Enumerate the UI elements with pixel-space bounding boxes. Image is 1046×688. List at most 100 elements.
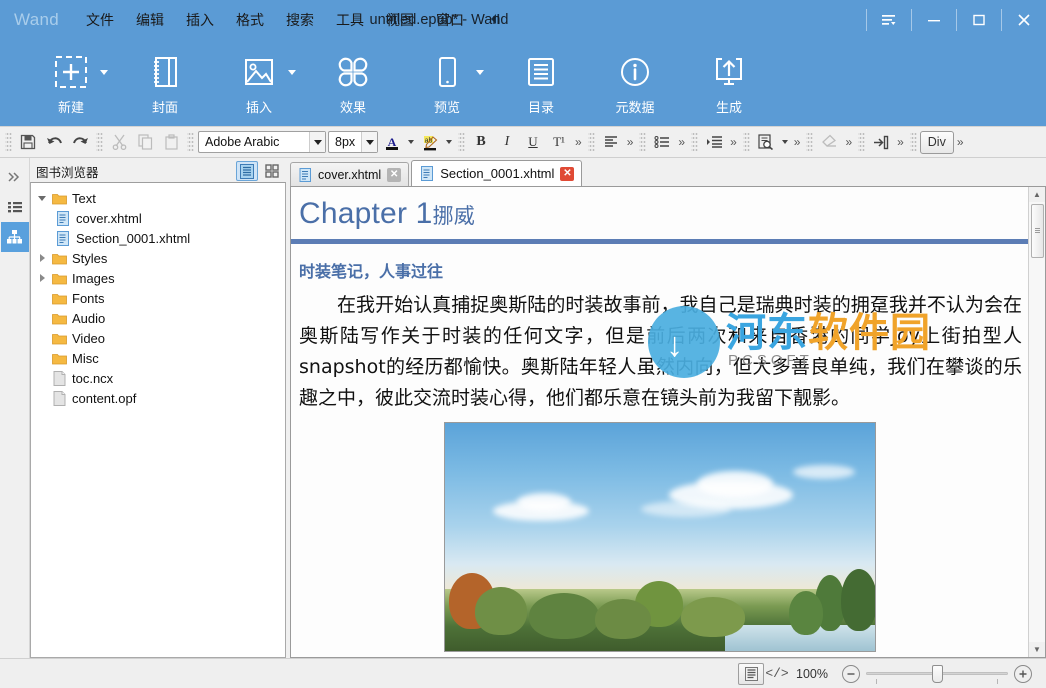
scroll-down-icon[interactable]: ▼ <box>1029 642 1046 657</box>
tab-cover-xhtml[interactable]: cover.xhtml ✕ <box>290 162 409 186</box>
tree-node-images-folder[interactable]: Images <box>31 268 285 288</box>
toolbar-grip[interactable] <box>639 131 646 153</box>
tree-node-misc-folder[interactable]: Misc <box>31 348 285 368</box>
redo-button[interactable] <box>67 129 93 155</box>
toolbar-grip[interactable] <box>806 131 813 153</box>
indent-overflow[interactable]: » <box>727 135 740 149</box>
superscript-button[interactable]: T¹ <box>546 129 572 155</box>
menu-format[interactable]: 格式 <box>225 6 275 34</box>
italic-button[interactable]: I <box>494 129 520 155</box>
element-tag-button[interactable]: Div <box>920 131 954 154</box>
chevron-down-icon[interactable] <box>309 132 325 152</box>
code-view-button[interactable]: </> <box>764 663 790 685</box>
rail-list-view-button[interactable] <box>1 192 29 222</box>
menu-tools[interactable]: 工具 <box>325 6 375 34</box>
ribbon-button-new[interactable]: 新建 <box>24 40 118 126</box>
expander-closed-icon[interactable] <box>35 254 49 262</box>
scroll-track[interactable] <box>1029 202 1046 642</box>
font-family-select[interactable]: Adobe Arabic <box>198 131 326 153</box>
editor-vertical-scrollbar[interactable]: ▲ ▼ <box>1028 187 1045 657</box>
ribbon-button-cover[interactable]: 封面 <box>118 40 212 126</box>
menu-window[interactable]: 窗口 <box>425 6 475 34</box>
chevron-down-icon[interactable] <box>476 70 484 75</box>
rail-expand-button[interactable] <box>1 162 29 192</box>
font-color-dropdown[interactable] <box>405 140 417 144</box>
align-overflow[interactable]: » <box>624 135 637 149</box>
font-size-select[interactable]: 8px <box>328 131 378 153</box>
bullet-list-button[interactable] <box>649 129 675 155</box>
increase-indent-button[interactable] <box>701 129 727 155</box>
chevron-down-icon[interactable] <box>288 70 296 75</box>
clear-overflow[interactable]: » <box>842 135 855 149</box>
element-overflow[interactable]: » <box>954 135 967 149</box>
zoom-slider[interactable] <box>866 665 1008 683</box>
toolbar-grip[interactable] <box>458 131 465 153</box>
minimize-button[interactable] <box>912 0 956 40</box>
insert-tag-button[interactable] <box>868 129 894 155</box>
zoom-slider-thumb[interactable] <box>932 665 943 683</box>
close-button[interactable] <box>1002 0 1046 40</box>
list-overflow[interactable]: » <box>675 135 688 149</box>
cut-button[interactable] <box>106 129 132 155</box>
menu-insert[interactable]: 插入 <box>175 6 225 34</box>
text-style-overflow[interactable]: » <box>572 135 585 149</box>
toolbar-grip[interactable] <box>743 131 750 153</box>
find-overflow[interactable]: » <box>791 135 804 149</box>
toolbar-grip[interactable] <box>910 131 917 153</box>
editor-viewport[interactable]: Chapter 1挪威 时装笔记，人事过往 在我开始认真捕捉奥斯陆的时装故事前，… <box>290 186 1046 658</box>
detail-view-toggle[interactable] <box>236 161 258 181</box>
chevron-down-icon[interactable] <box>100 70 108 75</box>
underline-button[interactable]: U <box>520 129 546 155</box>
ribbon-button-preview[interactable]: 预览 <box>400 40 494 126</box>
undo-button[interactable] <box>41 129 67 155</box>
bold-button[interactable]: B <box>468 129 494 155</box>
menu-collapse-icon[interactable] <box>475 13 513 28</box>
tree-node-fonts-folder[interactable]: Fonts <box>31 288 285 308</box>
toolbar-grip[interactable] <box>691 131 698 153</box>
document-image[interactable] <box>444 422 876 652</box>
ribbon-button-toc[interactable]: 目录 <box>494 40 588 126</box>
document-page[interactable]: Chapter 1挪威 时装笔记，人事过往 在我开始认真捕捉奥斯陆的时装故事前，… <box>291 187 1028 657</box>
menu-search[interactable]: 搜索 <box>275 6 325 34</box>
tag-overflow[interactable]: » <box>894 135 907 149</box>
toolbar-grip[interactable] <box>5 131 12 153</box>
clear-format-button[interactable] <box>816 129 842 155</box>
toolbar-grip[interactable] <box>187 131 194 153</box>
tree-node-styles-folder[interactable]: Styles <box>31 248 285 268</box>
highlight-color-dropdown[interactable] <box>443 140 455 144</box>
find-dropdown[interactable] <box>779 140 791 144</box>
chevron-down-icon[interactable] <box>361 132 377 152</box>
toolbar-grip[interactable] <box>588 131 595 153</box>
ribbon-button-generate[interactable]: 生成 <box>682 40 776 126</box>
expander-closed-icon[interactable] <box>35 274 49 282</box>
tree-node-content-opf[interactable]: content.opf <box>31 388 285 408</box>
ribbon-button-effects[interactable]: 效果 <box>306 40 400 126</box>
tree-node-text-folder[interactable]: Text <box>31 188 285 208</box>
tab-section-0001-xhtml[interactable]: Section_0001.xhtml ✕ <box>411 160 582 186</box>
scroll-thumb[interactable] <box>1031 204 1044 258</box>
tab-close-icon[interactable]: ✕ <box>387 168 401 182</box>
tree-node-audio-folder[interactable]: Audio <box>31 308 285 328</box>
tree-node-video-folder[interactable]: Video <box>31 328 285 348</box>
menu-file[interactable]: 文件 <box>75 6 125 34</box>
toolbar-grip[interactable] <box>96 131 103 153</box>
tree-node-toc-ncx[interactable]: toc.ncx <box>31 368 285 388</box>
paste-button[interactable] <box>158 129 184 155</box>
zoom-out-button[interactable] <box>842 665 860 683</box>
scroll-up-icon[interactable]: ▲ <box>1029 187 1046 202</box>
highlight-color-button[interactable]: ab <box>417 129 443 155</box>
save-button[interactable] <box>15 129 41 155</box>
menu-edit[interactable]: 编辑 <box>125 6 175 34</box>
copy-button[interactable] <box>132 129 158 155</box>
zoom-in-button[interactable] <box>1014 665 1032 683</box>
book-view-button[interactable] <box>738 663 764 685</box>
grid-view-toggle[interactable] <box>261 161 283 181</box>
book-file-tree[interactable]: Text cover.xhtml Section_0001.xhtml <box>30 182 286 658</box>
tree-node-cover-xhtml[interactable]: cover.xhtml <box>31 208 285 228</box>
find-replace-button[interactable] <box>753 129 779 155</box>
expander-open-icon[interactable] <box>35 196 49 201</box>
tree-node-section-0001-xhtml[interactable]: Section_0001.xhtml <box>31 228 285 248</box>
tab-close-icon[interactable]: ✕ <box>560 167 574 181</box>
toolbar-grip[interactable] <box>858 131 865 153</box>
rail-tree-view-button[interactable] <box>1 222 29 252</box>
